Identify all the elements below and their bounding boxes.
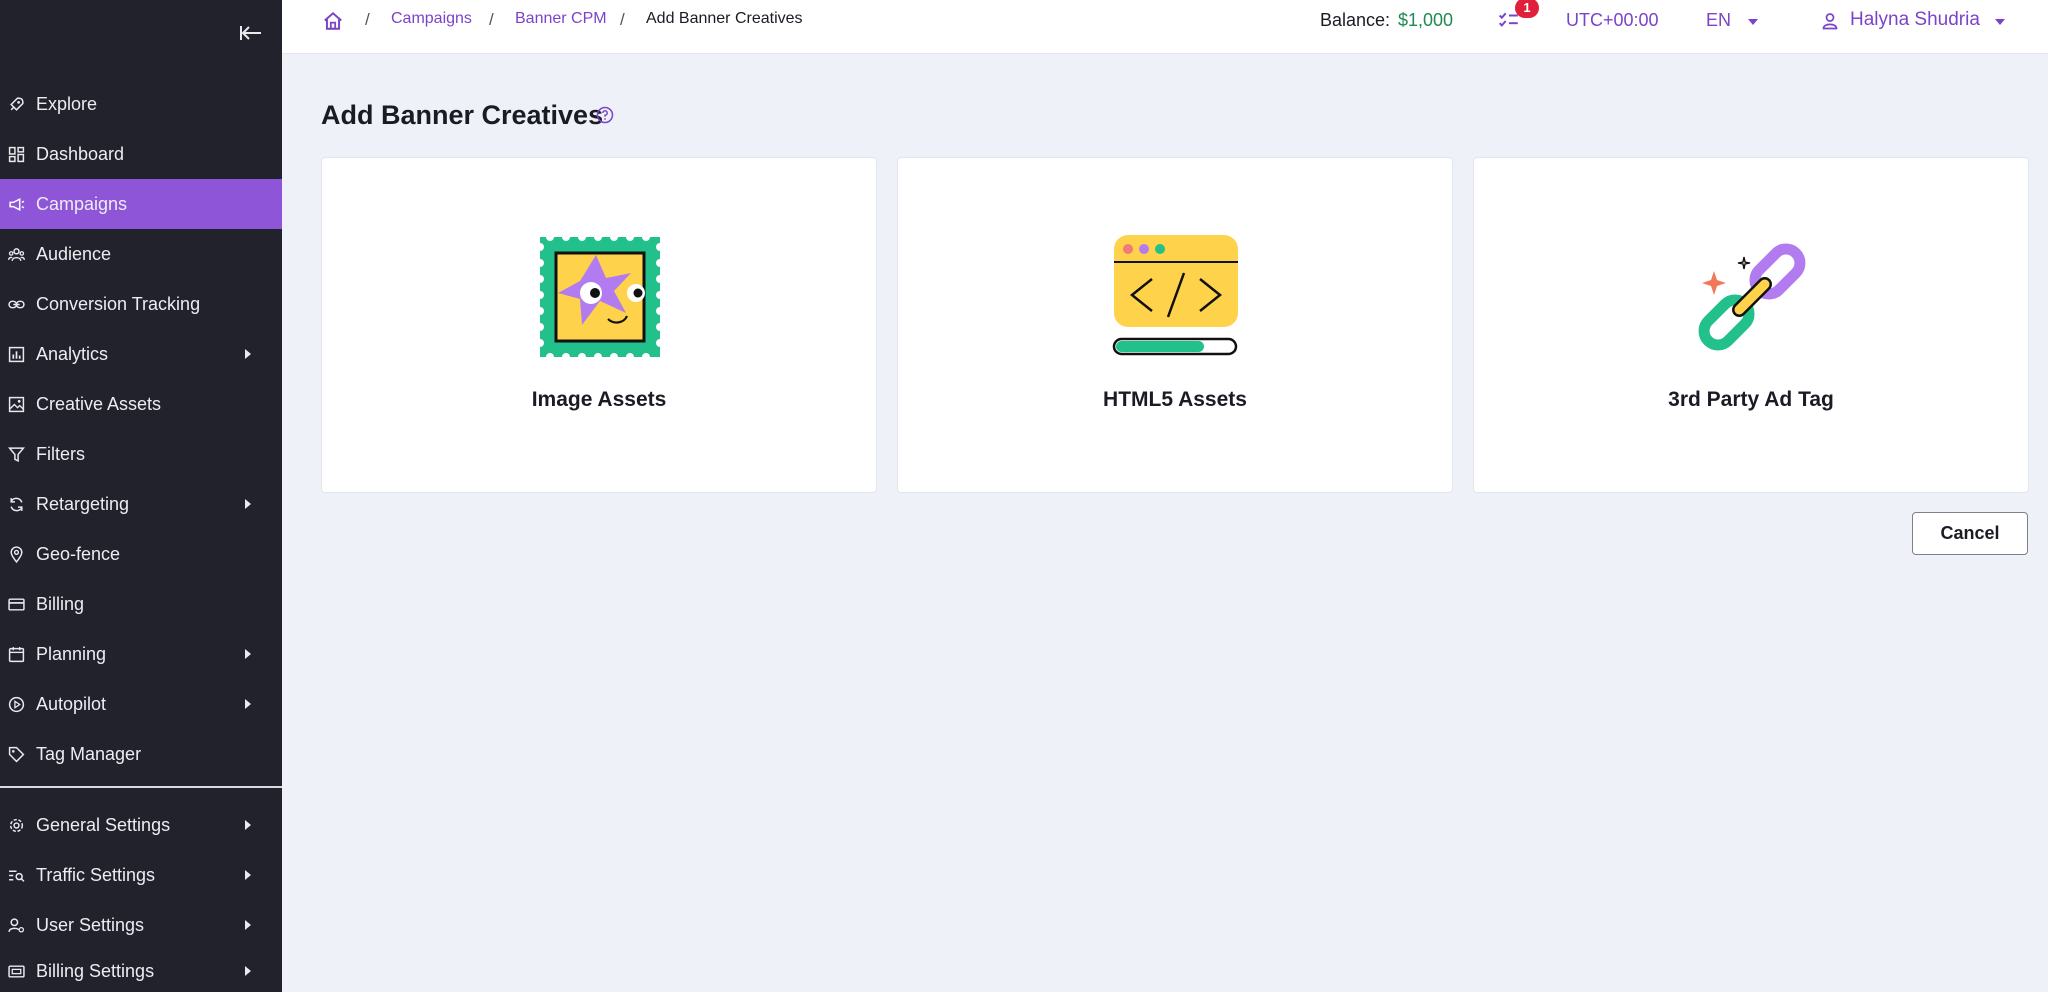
breadcrumb-campaigns[interactable]: Campaigns	[391, 10, 472, 28]
sidebar-item-label: User Settings	[36, 915, 145, 935]
sidebar-item-label: General Settings	[36, 815, 171, 835]
sidebar-item-label: Filters	[36, 444, 85, 464]
chevron-right-icon	[245, 349, 251, 359]
stamp-image-icon	[536, 233, 664, 361]
sidebar-item-label: Creative Assets	[36, 394, 162, 414]
filter-icon	[8, 447, 25, 463]
megaphone-icon	[9, 197, 25, 212]
notification-badge: 1	[1515, 0, 1539, 18]
code-window-icon	[1112, 235, 1238, 356]
breadcrumb-separator: /	[489, 10, 494, 29]
gear-icon	[9, 818, 24, 833]
chart-icon	[8, 346, 25, 363]
breadcrumb-banner-cpm[interactable]: Banner CPM	[515, 10, 607, 28]
chevron-right-icon	[245, 966, 251, 976]
sidebar-item-dashboard[interactable]: Dashboard	[0, 129, 282, 179]
sidebar-item-label: Tag Manager	[36, 744, 142, 764]
sidebar-item-label: Retargeting	[36, 494, 130, 514]
sidebar-item-label: Billing	[36, 594, 85, 614]
user-menu[interactable]: Halyna Shudria	[1850, 9, 1980, 31]
language-selector[interactable]: EN	[1706, 10, 1731, 31]
sidebar-item-label: Planning	[36, 644, 107, 664]
collapse-sidebar-button[interactable]	[236, 20, 266, 46]
cancel-button[interactable]: Cancel	[1912, 512, 2028, 555]
chevron-right-icon	[245, 649, 251, 659]
sidebar-item-analytics[interactable]: Analytics	[0, 329, 282, 379]
card-label: HTML5 Assets	[1103, 388, 1247, 411]
sidebar-item-tag-manager[interactable]: Tag Manager	[0, 729, 282, 779]
chevron-right-icon	[245, 920, 251, 930]
tag-icon	[8, 746, 25, 763]
balance-value: $1,000	[1398, 10, 1454, 30]
sidebar-item-label: Campaigns	[36, 194, 128, 214]
sidebar-item-label: Billing Settings	[36, 961, 155, 981]
sidebar-item-traffic-settings[interactable]: Traffic Settings	[0, 850, 282, 900]
sidebar-item-planning[interactable]: Planning	[0, 629, 282, 679]
sidebar-divider	[0, 786, 282, 788]
audience-icon	[8, 248, 25, 262]
image-assets-card[interactable]: Image Assets	[321, 157, 877, 493]
traffic-list-icon	[9, 870, 25, 882]
chevron-right-icon	[245, 699, 251, 709]
breadcrumb-separator: /	[365, 10, 370, 29]
sidebar-item-general-settings[interactable]: General Settings	[0, 800, 282, 850]
arrow-collapse-icon	[240, 26, 261, 40]
sidebar-item-label: Geo-fence	[36, 544, 121, 564]
chevron-down-icon	[1748, 19, 1758, 25]
breadcrumb-separator: /	[620, 10, 625, 29]
sidebar-item-campaigns[interactable]: Campaigns	[0, 179, 282, 229]
balance-label: Balance:	[1320, 10, 1391, 30]
sidebar-item-label: Autopilot	[36, 694, 107, 714]
chevron-down-icon	[1995, 19, 2005, 25]
sidebar-item-autopilot[interactable]: Autopilot	[0, 679, 282, 729]
sidebar-item-label: Dashboard	[36, 144, 125, 164]
sidebar-item-user-settings[interactable]: User Settings	[0, 900, 282, 950]
calendar-icon	[8, 647, 25, 663]
map-pin-icon	[10, 546, 23, 563]
sidebar-item-label: Audience	[36, 244, 112, 264]
chevron-right-icon	[245, 820, 251, 830]
third-party-ad-tag-card[interactable]: 3rd Party Ad Tag	[1473, 157, 2029, 493]
top-bar: / Campaigns / Banner CPM / Add Banner Cr…	[282, 0, 2048, 54]
sidebar-item-billing[interactable]: Billing	[0, 579, 282, 629]
home-icon[interactable]	[322, 10, 344, 32]
sidebar-item-label: Explore	[36, 94, 98, 114]
card-label: Image Assets	[531, 388, 667, 411]
card-icon	[8, 598, 25, 611]
sidebar-item-filters[interactable]: Filters	[0, 429, 282, 479]
chain-link-icon	[1698, 243, 1806, 351]
link-icon	[8, 300, 25, 309]
chevron-right-icon	[245, 870, 251, 880]
sidebar-item-explore[interactable]: Explore	[0, 79, 282, 129]
dashboard-icon	[8, 146, 25, 163]
image-icon	[8, 396, 25, 413]
breadcrumb-current: Add Banner Creatives	[646, 10, 803, 27]
sidebar-item-audience[interactable]: Audience	[0, 229, 282, 279]
sidebar: Explore Dashboard Campaigns Audience Con…	[0, 0, 282, 992]
sidebar-item-geo-fence[interactable]: Geo-fence	[0, 529, 282, 579]
html5-assets-card[interactable]: HTML5 Assets	[897, 157, 1453, 493]
billing-settings-icon	[8, 965, 25, 978]
refresh-icon	[10, 497, 23, 512]
sidebar-item-retargeting[interactable]: Retargeting	[0, 479, 282, 529]
chevron-right-icon	[245, 499, 251, 509]
rocket-icon	[10, 97, 24, 111]
play-circle-icon	[8, 696, 25, 713]
sidebar-item-label: Conversion Tracking	[36, 294, 201, 314]
sidebar-item-billing-settings[interactable]: Billing Settings	[0, 946, 282, 992]
sidebar-item-conversion-tracking[interactable]: Conversion Tracking	[0, 279, 282, 329]
sidebar-item-label: Traffic Settings	[36, 865, 156, 885]
help-icon[interactable]	[596, 106, 614, 124]
sidebar-item-label: Analytics	[36, 344, 109, 364]
sidebar-item-creative-assets[interactable]: Creative Assets	[0, 379, 282, 429]
card-label: 3rd Party Ad Tag	[1668, 388, 1834, 411]
user-settings-icon	[8, 918, 25, 933]
page-title: Add Banner Creatives	[321, 100, 604, 130]
user-icon	[1822, 13, 1838, 30]
timezone-selector[interactable]: UTC+00:00	[1566, 10, 1659, 31]
